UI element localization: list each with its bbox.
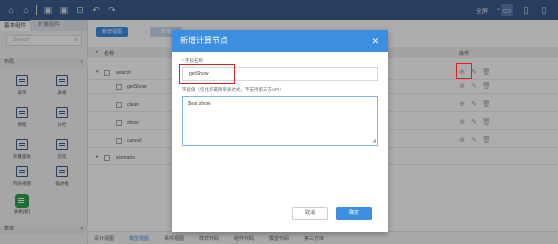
field-value-label: 字段值（仅允许最简单表达式，不支持第三方API） [182,87,284,92]
cancel-button[interactable]: 取消 [292,207,328,220]
field-value-text: $var.show [188,101,211,107]
field-name-highlight [179,64,235,84]
add-compute-node-dialog: 新增计算节点 ✕ * 字段名称 getShow 字段值（仅允许最简单表达式，不支… [172,30,388,232]
dialog-title: 新增计算节点 [180,36,228,45]
field-value-textarea[interactable]: $var.show ◢ [182,96,378,146]
resize-grip-icon[interactable]: ◢ [372,138,376,144]
dialog-header: 新增计算节点 ✕ [172,30,388,52]
confirm-button[interactable]: 确定 [336,207,372,220]
close-icon[interactable]: ✕ [371,30,379,52]
add-node-highlight [456,63,472,79]
